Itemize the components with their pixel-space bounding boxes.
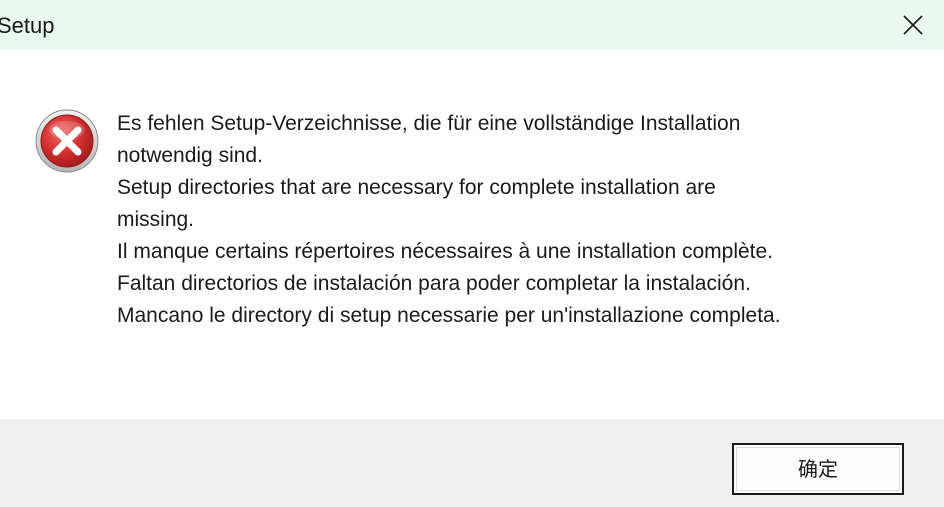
close-button[interactable] xyxy=(884,0,944,50)
setup-dialog: Setup Es fehlen Setup-Verzeichnisse, die… xyxy=(0,0,944,507)
error-message: Es fehlen Setup-Verzeichnisse, die für e… xyxy=(117,108,907,332)
message-line-en-1: Setup directories that are necessary for… xyxy=(117,176,716,199)
ok-button-label: 确定 xyxy=(798,457,838,481)
title-bar: Setup xyxy=(0,0,944,50)
message-line-it: Mancano le directory di setup necessarie… xyxy=(117,304,781,327)
close-icon xyxy=(903,15,923,35)
button-bar: 确定 xyxy=(0,419,944,507)
message-line-de-2: notwendig sind. xyxy=(117,144,263,167)
ok-button[interactable]: 确定 xyxy=(732,443,904,495)
window-title: Setup xyxy=(0,13,55,38)
message-area: Es fehlen Setup-Verzeichnisse, die für e… xyxy=(0,50,944,419)
message-line-de-1: Es fehlen Setup-Verzeichnisse, die für e… xyxy=(117,112,741,135)
message-line-fr: Il manque certains répertoires nécessair… xyxy=(117,240,774,263)
message-line-es: Faltan directorios de instalación para p… xyxy=(117,272,751,295)
message-line-en-2: missing. xyxy=(117,208,195,231)
error-icon xyxy=(35,109,99,173)
